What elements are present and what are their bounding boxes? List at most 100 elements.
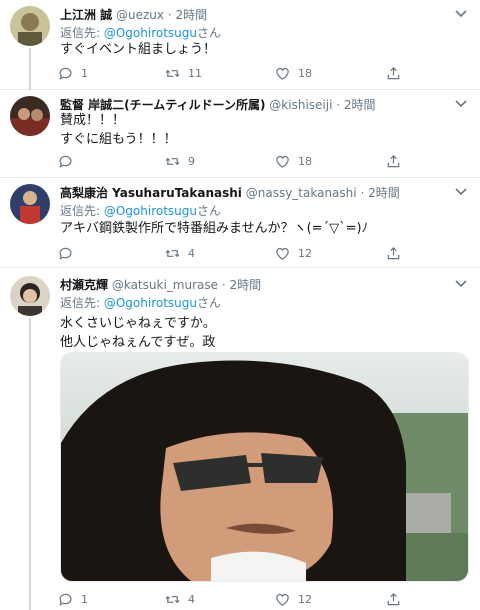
display-name[interactable]: 村瀬克輝: [60, 278, 108, 292]
like-count: 12: [298, 592, 312, 606]
tweet-actions: 1 11 18: [58, 64, 408, 82]
tweet-1[interactable]: 上江洲 誠 @uezux · 2時間 返信先: @Ogohirotsuguさん …: [0, 0, 480, 90]
separator-dot: ·: [167, 8, 172, 22]
display-name[interactable]: 監督 岸誠二(チームティルドーン所属): [60, 98, 265, 112]
display-name[interactable]: 上江洲 誠: [60, 8, 112, 22]
timestamp[interactable]: 2時間: [344, 98, 376, 112]
timestamp[interactable]: 2時間: [229, 278, 261, 292]
tweet-text-line: 他人じゃねぇんですぜ。政: [60, 335, 216, 350]
share-icon: [387, 246, 400, 259]
retweet-button[interactable]: 4: [165, 590, 195, 608]
tweet-photo[interactable]: [60, 352, 469, 582]
heart-icon: [276, 67, 289, 80]
like-count: 18: [298, 66, 312, 80]
share-button[interactable]: [386, 64, 401, 82]
share-icon: [387, 154, 400, 167]
avatar[interactable]: [10, 96, 50, 136]
tweet-2[interactable]: 監督 岸誠二(チームティルドーン所属) @kishiseiji · 2時間 賛成…: [0, 90, 480, 178]
timestamp[interactable]: 2時間: [368, 186, 400, 200]
chevron-down-icon[interactable]: [454, 276, 468, 290]
reply-icon: [59, 247, 72, 260]
retweet-icon: [165, 249, 180, 257]
share-button[interactable]: [386, 152, 401, 170]
retweet-icon: [165, 157, 180, 165]
share-icon: [387, 592, 400, 605]
tweet-text-line: アキバ鋼鉄製作所で特番組みませんか？ヽ(=´▽`=)ﾉ: [60, 221, 369, 236]
reply-to-handle[interactable]: @Ogohirotsugu: [104, 26, 197, 40]
like-button[interactable]: 12: [275, 244, 312, 262]
heart-icon: [276, 593, 289, 606]
reply-icon: [59, 593, 72, 606]
reply-button[interactable]: [58, 152, 81, 170]
reply-button[interactable]: 1: [58, 64, 88, 82]
retweet-button[interactable]: 4: [165, 244, 195, 262]
chevron-down-icon[interactable]: [454, 184, 468, 198]
avatar[interactable]: [10, 184, 50, 224]
retweet-icon: [165, 595, 180, 603]
tweet-actions: 1 4 12: [58, 590, 408, 608]
reply-to-suffix: さん: [197, 296, 222, 310]
retweet-button[interactable]: 9: [165, 152, 195, 170]
retweet-count: 11: [188, 66, 202, 80]
heart-icon: [276, 155, 289, 168]
tweet-text-line: 水くさいじゃねぇですか。: [60, 316, 216, 331]
avatar[interactable]: [10, 6, 50, 46]
tweet-text: 水くさいじゃねぇですか。 他人じゃねぇんですぜ。政: [60, 314, 468, 352]
share-button[interactable]: [386, 590, 401, 608]
reply-to-handle[interactable]: @Ogohirotsugu: [104, 204, 197, 218]
reply-to-prefix: 返信先:: [60, 26, 104, 40]
reply-to-handle[interactable]: @Ogohirotsugu: [104, 296, 197, 310]
user-handle[interactable]: @nassy_takanashi: [246, 186, 357, 200]
reply-icon: [59, 155, 72, 168]
retweet-icon: [165, 69, 180, 77]
retweet-count: 4: [188, 246, 195, 260]
reply-button[interactable]: 1: [58, 590, 88, 608]
tweet-text-line: すぐに組もう！！！: [60, 132, 177, 147]
reply-to: 返信先: @Ogohirotsuguさん: [60, 24, 221, 41]
separator-dot: ·: [336, 98, 341, 112]
retweet-count: 4: [188, 592, 195, 606]
timestamp[interactable]: 2時間: [176, 8, 208, 22]
tweet-actions: 9 18: [58, 152, 408, 170]
heart-icon: [276, 247, 289, 260]
share-icon: [387, 66, 400, 79]
tweet-text: アキバ鋼鉄製作所で特番組みませんか？ヽ(=´▽`=)ﾉ: [60, 219, 468, 238]
user-handle[interactable]: @katsuki_murase: [112, 278, 218, 292]
tweet-text: 賛成！！！ すぐに組もう！！！: [60, 111, 468, 149]
like-button[interactable]: 12: [275, 590, 312, 608]
retweet-count: 9: [188, 154, 195, 168]
tweet-header: 高梨康治 YasuharuTakanashi @nassy_takanashi …: [60, 184, 450, 201]
retweet-button[interactable]: 11: [165, 64, 202, 82]
like-count: 12: [298, 246, 312, 260]
user-handle[interactable]: @kishiseiji: [269, 98, 332, 112]
tweet-header: 上江洲 誠 @uezux · 2時間: [60, 6, 450, 23]
separator-dot: ·: [360, 186, 365, 200]
reply-to-suffix: さん: [197, 204, 222, 218]
thread-line: [29, 48, 31, 90]
reply-count: 1: [81, 66, 88, 80]
reply-to-prefix: 返信先:: [60, 204, 104, 218]
reply-to-prefix: 返信先:: [60, 296, 104, 310]
tweet-actions: 4 12: [58, 244, 408, 262]
avatar[interactable]: [10, 276, 50, 316]
chevron-down-icon[interactable]: [454, 6, 468, 20]
tweet-header: 村瀬克輝 @katsuki_murase · 2時間: [60, 276, 450, 293]
reply-button[interactable]: [58, 244, 81, 262]
like-button[interactable]: 18: [275, 152, 312, 170]
display-name[interactable]: 高梨康治 YasuharuTakanashi: [60, 186, 242, 200]
reply-to: 返信先: @Ogohirotsuguさん: [60, 202, 221, 219]
like-count: 18: [298, 154, 312, 168]
reply-icon: [59, 67, 72, 80]
tweet-3[interactable]: 高梨康治 YasuharuTakanashi @nassy_takanashi …: [0, 178, 480, 268]
reply-to: 返信先: @Ogohirotsuguさん: [60, 294, 221, 311]
like-button[interactable]: 18: [275, 64, 312, 82]
reply-count: 1: [81, 592, 88, 606]
thread-line: [29, 318, 31, 610]
user-handle[interactable]: @uezux: [116, 8, 164, 22]
share-button[interactable]: [386, 244, 401, 262]
reply-to-suffix: さん: [197, 26, 222, 40]
chevron-down-icon[interactable]: [454, 96, 468, 110]
separator-dot: ·: [221, 278, 226, 292]
tweet-text: すぐイベント組ましょう！: [60, 40, 468, 59]
tweet-text-line: 賛成！！！: [60, 113, 126, 128]
